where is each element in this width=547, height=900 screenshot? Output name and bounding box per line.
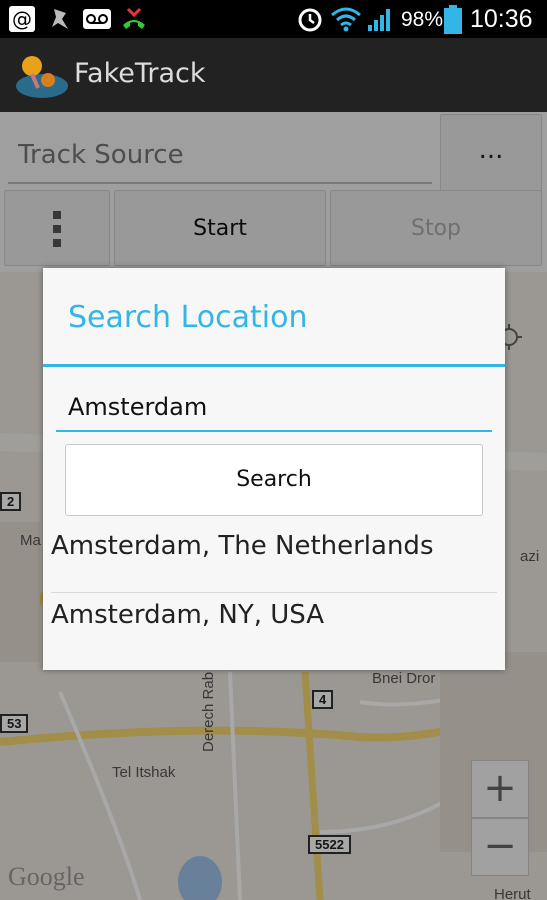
battery-percent: 98% [401, 8, 444, 31]
status-bar: @ 98% 10:36 [0, 0, 547, 38]
clock: 10:36 [470, 5, 533, 33]
voicemail-icon [82, 5, 112, 37]
at-sign-icon: @ [8, 5, 36, 37]
missed-call-icon [120, 5, 148, 37]
result-item-amsterdam-ny[interactable]: Amsterdam, NY, USA [43, 581, 505, 649]
dialog-title-divider [43, 364, 505, 367]
result-item-amsterdam-netherlands[interactable]: Amsterdam, The Netherlands [43, 512, 505, 580]
action-bar: FakeTrack [0, 38, 547, 112]
dialog-title: Search Location [68, 300, 308, 335]
app-title: FakeTrack [74, 58, 206, 89]
app-logo-icon [14, 52, 70, 102]
wifi-icon [330, 5, 362, 37]
battery-icon [443, 5, 463, 39]
svg-text:@: @ [12, 7, 32, 31]
location-search-input[interactable] [56, 384, 492, 432]
signal-icon [366, 5, 394, 37]
search-button[interactable]: Search [65, 444, 483, 516]
alarm-icon [296, 5, 324, 37]
search-location-dialog: Search Location Search Amsterdam, The Ne… [43, 268, 505, 670]
usb-debug-icon [46, 5, 74, 37]
